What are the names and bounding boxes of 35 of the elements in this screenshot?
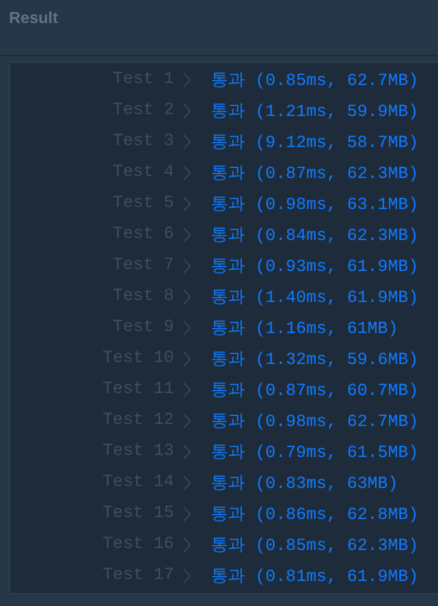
test-result: 통과 (1.32ms, 59.6MB): [211, 350, 418, 370]
test-result: 통과 (0.98ms, 63.1MB): [211, 195, 418, 215]
chevron-icon: [183, 196, 191, 212]
test-result: 통과 (0.87ms, 62.3MB): [211, 164, 418, 184]
test-result: 통과 (0.86ms, 62.8MB): [211, 505, 418, 525]
chevron-icon: [183, 350, 191, 366]
test-result: 통과 (0.84ms, 62.3MB): [211, 226, 418, 246]
chevron-icon: [183, 102, 191, 118]
test-result: 통과 (0.85ms, 62.3MB): [211, 536, 418, 556]
chevron-icon: [183, 258, 191, 274]
test-result: 통과 (1.21ms, 59.9MB): [211, 102, 418, 122]
test-result: 통과 (9.12ms, 58.7MB): [211, 133, 418, 153]
chevron-icon: [183, 444, 191, 460]
test-result: 통과 (1.40ms, 61.9MB): [211, 288, 418, 308]
test-result: 통과 (0.79ms, 61.5MB): [211, 443, 418, 463]
chevron-icon: [183, 134, 191, 150]
chevron-icon: [183, 320, 191, 336]
test-result: 통과 (0.98ms, 62.7MB): [211, 412, 418, 432]
chevron-icon: [183, 72, 191, 88]
test-result: 통과 (0.85ms, 62.7MB): [211, 71, 418, 91]
chevron-icon: [183, 474, 191, 490]
chevron-icon: [183, 568, 191, 584]
test-result: 통과 (0.83ms, 63MB): [211, 474, 398, 494]
test-result: 통과 (0.93ms, 61.9MB): [211, 257, 418, 277]
chevron-icon: [183, 382, 191, 398]
chevron-icon: [183, 412, 191, 428]
chevron-icon: [183, 226, 191, 242]
test-result: 통과 (1.16ms, 61MB): [211, 319, 398, 339]
test-result: 통과 (0.87ms, 60.7MB): [211, 381, 418, 401]
test-result: 통과 (0.81ms, 61.9MB): [211, 567, 418, 587]
panel-title: Result: [9, 10, 58, 27]
chevron-icon: [183, 164, 191, 180]
chevron-icon: [183, 288, 191, 304]
chevron-icon: [183, 536, 191, 552]
chevron-icon: [183, 506, 191, 522]
